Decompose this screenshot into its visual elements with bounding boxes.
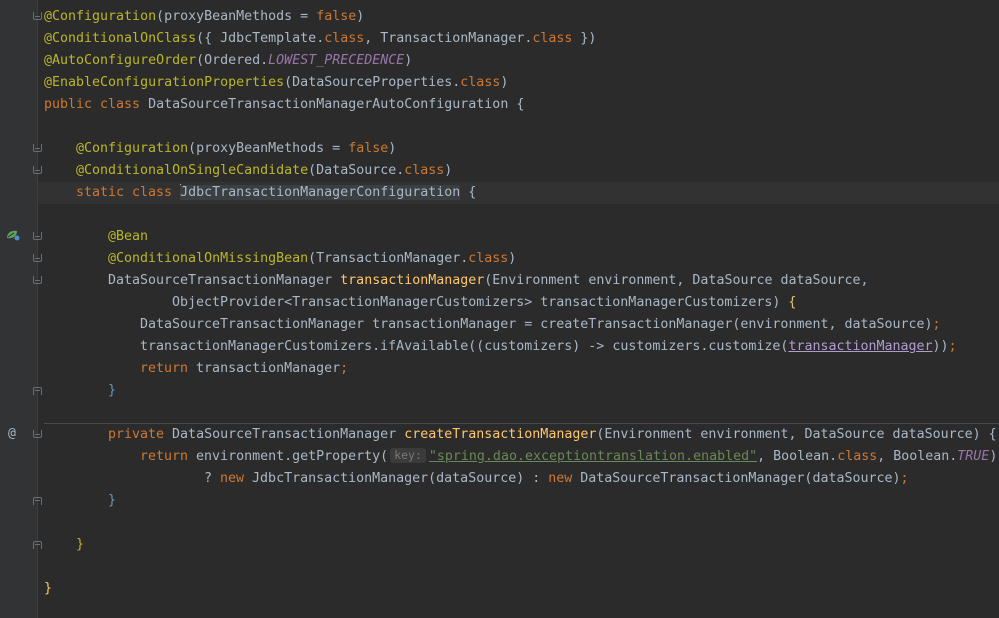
code-text: ) (388, 141, 397, 156)
code-text: environment.getProperty( (196, 449, 389, 464)
code-text: ) (404, 53, 413, 68)
code-text: , Boolean. (757, 449, 838, 464)
code-text: ObjectProvider<TransactionManagerCustomi… (172, 295, 789, 310)
code-text: , Boolean. (877, 449, 958, 464)
code-line[interactable]: ObjectProvider<TransactionManagerCustomi… (38, 292, 999, 314)
keyword: new (220, 471, 253, 486)
keyword: class (324, 31, 365, 46)
code-line[interactable]: @ConditionalOnClass({ JdbcTemplate.class… (38, 28, 999, 50)
code-line-current[interactable]: static class JdbcTransactionManagerConfi… (38, 182, 999, 204)
code-text: { (460, 185, 477, 200)
code-line[interactable]: @Configuration(proxyBeanMethods = false) (38, 6, 999, 28)
keyword: new (548, 471, 581, 486)
code-text: (Environment environment, DataSource dat… (484, 273, 869, 288)
code-text: (DataSourceProperties. (284, 75, 461, 90)
semicolon: ; (900, 471, 909, 486)
code-text: transactionManager (196, 361, 341, 376)
annotation: @Configuration (44, 9, 157, 24)
code-text: , TransactionManager. (364, 31, 533, 46)
code-editor[interactable]: @Configuration(proxyBeanMethods = false)… (38, 0, 999, 618)
code-line[interactable]: ? new JdbcTransactionManager(dataSource)… (38, 468, 999, 490)
code-text: (TransactionManager. (308, 251, 469, 266)
spring-bean-icon[interactable] (5, 229, 20, 241)
semicolon: ; (932, 317, 941, 332)
code-text: (proxyBeanMethods = (188, 141, 349, 156)
code-text: ) (508, 251, 517, 266)
annotation: @Bean (108, 229, 149, 244)
annotation: @Configuration (76, 141, 189, 156)
editor-gutter[interactable]: @ (0, 0, 38, 618)
method-name: transactionManager (340, 273, 485, 288)
code-text: DataSourceTransactionManager transaction… (140, 317, 933, 332)
code-line[interactable]: @Configuration(proxyBeanMethods = false) (38, 138, 999, 160)
code-line[interactable]: return transactionManager; (38, 358, 999, 380)
code-text: DataSourceTransactionManager (172, 427, 405, 442)
code-text: (Ordered. (196, 53, 269, 68)
code-line[interactable]: } (38, 578, 999, 600)
code-text: (proxyBeanMethods = (156, 9, 317, 24)
brace: { (788, 295, 797, 310)
code-text: (DataSource. (308, 163, 405, 178)
code-line[interactable]: DataSourceTransactionManager transaction… (38, 270, 999, 292)
class-name: JdbcTransactionManagerConfiguration (180, 185, 461, 200)
constant: LOWEST_PRECEDENCE (268, 53, 405, 68)
constant: TRUE (957, 449, 990, 464)
code-line[interactable]: transactionManagerCustomizers.ifAvailabl… (38, 336, 999, 358)
brace: } (44, 581, 53, 596)
code-text: ? (204, 471, 221, 486)
code-line[interactable]: private DataSourceTransactionManager cre… (38, 424, 999, 446)
semicolon: ; (340, 361, 349, 376)
code-text: DataSourceTransactionManager(dataSource) (580, 471, 901, 486)
brace: } (76, 537, 85, 552)
code-text: ) (444, 163, 453, 178)
code-text: JdbcTransactionManager(dataSource) : (252, 471, 549, 486)
code-text: ({ JdbcTemplate. (196, 31, 325, 46)
code-line[interactable]: public class DataSourceTransactionManage… (38, 94, 999, 116)
class-declaration: DataSourceTransactionManagerAutoConfigur… (148, 97, 525, 112)
semicolon: ; (948, 339, 957, 354)
code-line[interactable]: } (38, 490, 999, 512)
override-at-icon[interactable]: @ (8, 425, 16, 443)
code-line[interactable]: DataSourceTransactionManager transaction… (38, 314, 999, 336)
code-text: )) (932, 339, 949, 354)
code-line[interactable]: return environment.getProperty(key: "spri… (38, 446, 999, 468)
annotation: @ConditionalOnSingleCandidate (76, 163, 309, 178)
code-text: ) (989, 449, 998, 464)
keyword: private (108, 427, 173, 442)
brace: } (108, 493, 117, 508)
code-line[interactable]: @EnableConfigurationProperties(DataSourc… (38, 72, 999, 94)
parameter-hint: key: (390, 448, 426, 463)
method-name: createTransactionManager (404, 427, 597, 442)
code-line[interactable]: @ConditionalOnSingleCandidate(DataSource… (38, 160, 999, 182)
code-text: ) (356, 9, 365, 24)
keyword: class (532, 31, 573, 46)
code-line[interactable]: @AutoConfigureOrder(Ordered.LOWEST_PRECE… (38, 50, 999, 72)
keyword: class (460, 75, 501, 90)
keyword: class (468, 251, 509, 266)
annotation: @AutoConfigureOrder (44, 53, 197, 68)
code-line[interactable]: @ConditionalOnMissingBean(TransactionMan… (38, 248, 999, 270)
keyword: return (140, 361, 197, 376)
keyword: static class (76, 185, 181, 200)
keyword: false (348, 141, 389, 156)
annotation: @EnableConfigurationProperties (44, 75, 285, 90)
annotation: @ConditionalOnClass (44, 31, 197, 46)
brace: } (108, 383, 117, 398)
string-literal: "spring.dao.exceptiontranslation.enabled… (428, 449, 758, 464)
field-reference: transactionManager (788, 339, 933, 354)
code-line[interactable]: } (38, 534, 999, 556)
code-text: transactionManagerCustomizers.ifAvailabl… (140, 339, 789, 354)
code-line[interactable]: @Bean (38, 226, 999, 248)
annotation: @ConditionalOnMissingBean (108, 251, 309, 266)
keyword: public class (44, 97, 149, 112)
code-text: ) (500, 75, 509, 90)
keyword: false (316, 9, 357, 24)
code-text: DataSourceTransactionManager (108, 273, 341, 288)
code-text: (Environment environment, DataSource dat… (596, 427, 997, 442)
keyword: return (140, 449, 197, 464)
code-line[interactable]: } (38, 380, 999, 402)
keyword: class (404, 163, 445, 178)
code-text: }) (572, 31, 597, 46)
keyword: class (837, 449, 878, 464)
